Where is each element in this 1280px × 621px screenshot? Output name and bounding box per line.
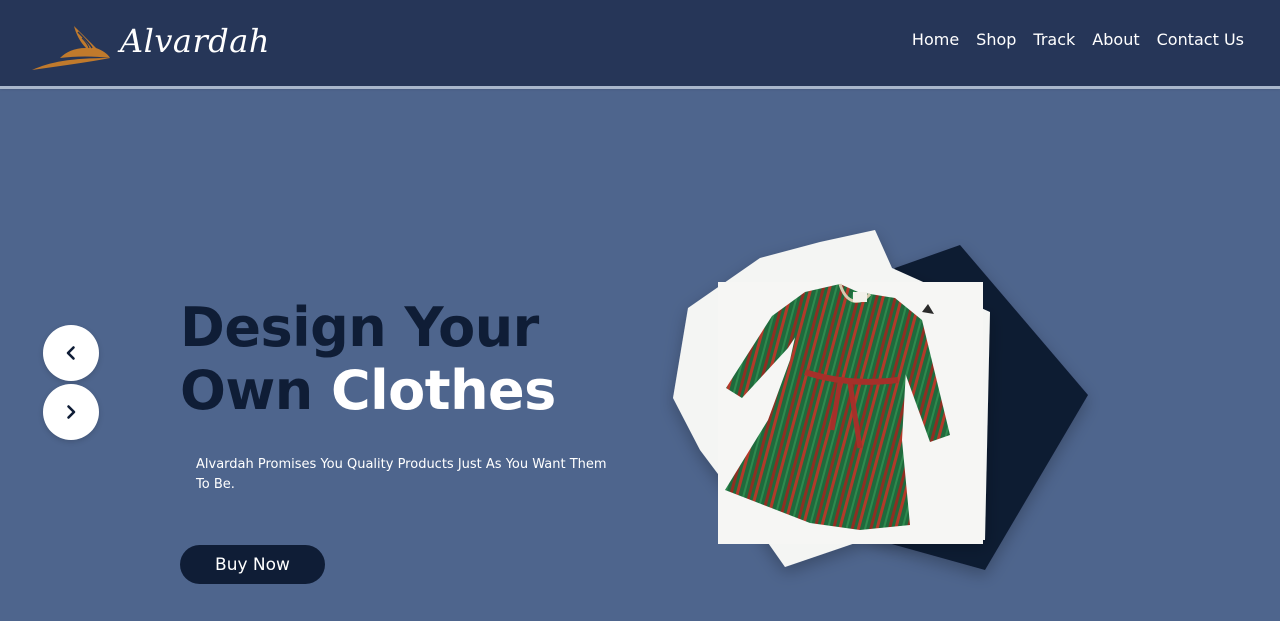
- bird-logo-icon: [32, 26, 110, 70]
- header-divider: [0, 86, 1280, 89]
- nav-link-track[interactable]: Track: [1033, 30, 1075, 49]
- hero-title: Design Your Own Clothes: [180, 296, 556, 422]
- slider-prev-button[interactable]: [43, 325, 99, 381]
- hero-title-line-1: Design Your: [180, 296, 539, 359]
- hero-title-lead: Own: [180, 359, 332, 422]
- slider-next-button[interactable]: [43, 384, 99, 440]
- brand-name: Alvardah: [120, 22, 270, 60]
- site-header: Alvardah Home Shop Track About Contact U…: [0, 0, 1280, 86]
- hero-title-line-2: Own Clothes: [180, 359, 556, 422]
- nav-link-contact[interactable]: Contact Us: [1157, 30, 1244, 49]
- hero-subtitle: Alvardah Promises You Quality Products J…: [196, 457, 607, 492]
- nav-link-home[interactable]: Home: [912, 30, 959, 49]
- nav-link-about[interactable]: About: [1092, 30, 1139, 49]
- chevron-left-icon: [66, 346, 75, 360]
- buy-now-button[interactable]: Buy Now: [180, 545, 325, 584]
- hero-title-accent: Clothes: [331, 359, 556, 422]
- main-nav: Home Shop Track About Contact Us: [912, 30, 1244, 49]
- striped-dress-image: [673, 230, 1088, 570]
- chevron-right-icon: [67, 405, 76, 419]
- nav-link-shop[interactable]: Shop: [976, 30, 1016, 49]
- product-showcase: [660, 220, 1100, 590]
